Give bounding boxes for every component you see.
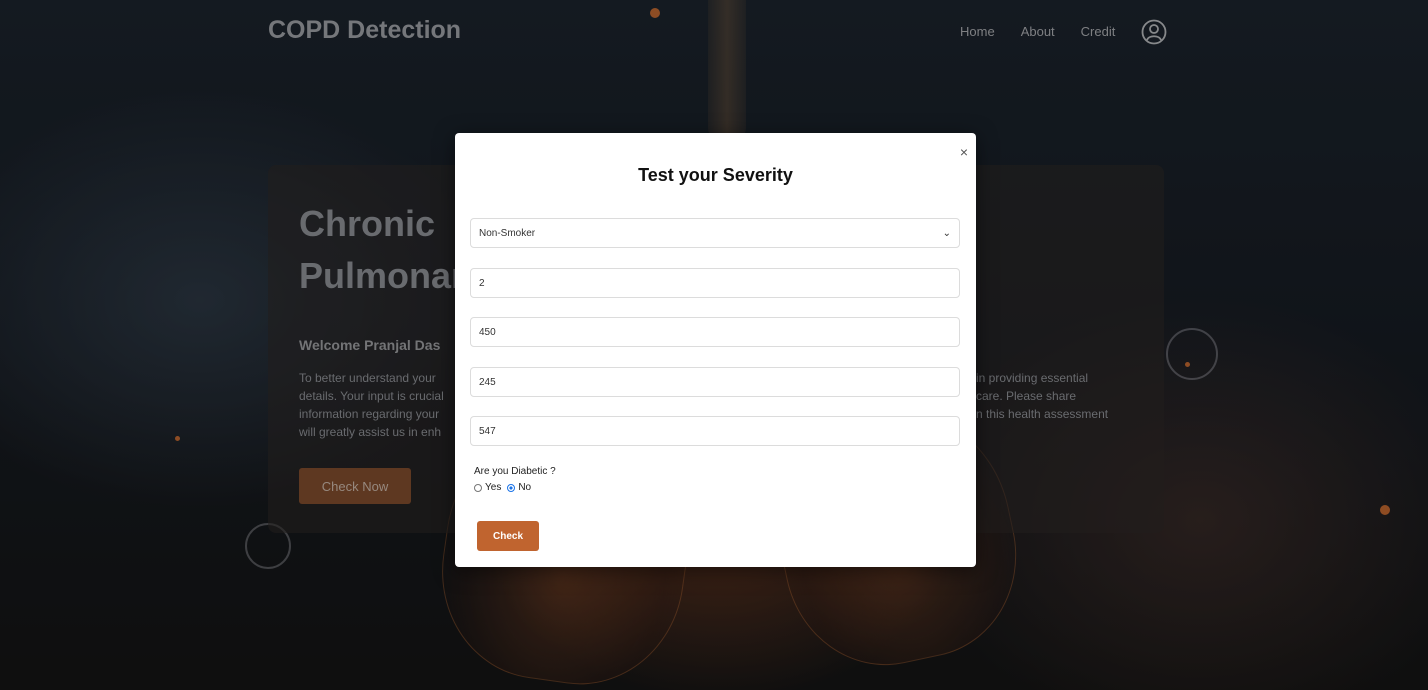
smoker-select-value: Non-Smoker <box>479 227 536 239</box>
diabetic-radio-group: Yes No <box>474 482 531 493</box>
input-field-2[interactable]: 450 <box>470 317 960 347</box>
radio-no-option[interactable]: No <box>507 482 531 493</box>
radio-yes-option[interactable]: Yes <box>474 482 501 493</box>
field-value: 245 <box>479 376 496 388</box>
chevron-down-icon: ⌄ <box>942 227 951 239</box>
close-icon[interactable]: × <box>960 145 968 159</box>
field-value: 450 <box>479 326 496 338</box>
diabetic-question: Are you Diabetic ? <box>474 466 556 477</box>
field-value: 547 <box>479 425 496 437</box>
radio-no-label[interactable]: No <box>518 482 531 493</box>
input-field-1[interactable]: 2 <box>470 268 960 298</box>
severity-modal: × Test your Severity Non-Smoker ⌄ 2 450 … <box>455 133 976 567</box>
modal-title: Test your Severity <box>638 165 793 185</box>
page: COPD Detection Home About Credit Chronic… <box>0 0 1428 690</box>
field-value: 2 <box>479 277 485 289</box>
input-field-4[interactable]: 547 <box>470 416 960 446</box>
check-button[interactable]: Check <box>477 521 539 551</box>
input-field-3[interactable]: 245 <box>470 367 960 397</box>
radio-yes-label[interactable]: Yes <box>485 482 501 493</box>
radio-no[interactable] <box>507 483 516 492</box>
smoker-select[interactable]: Non-Smoker ⌄ <box>470 218 960 248</box>
radio-yes[interactable] <box>474 483 482 492</box>
